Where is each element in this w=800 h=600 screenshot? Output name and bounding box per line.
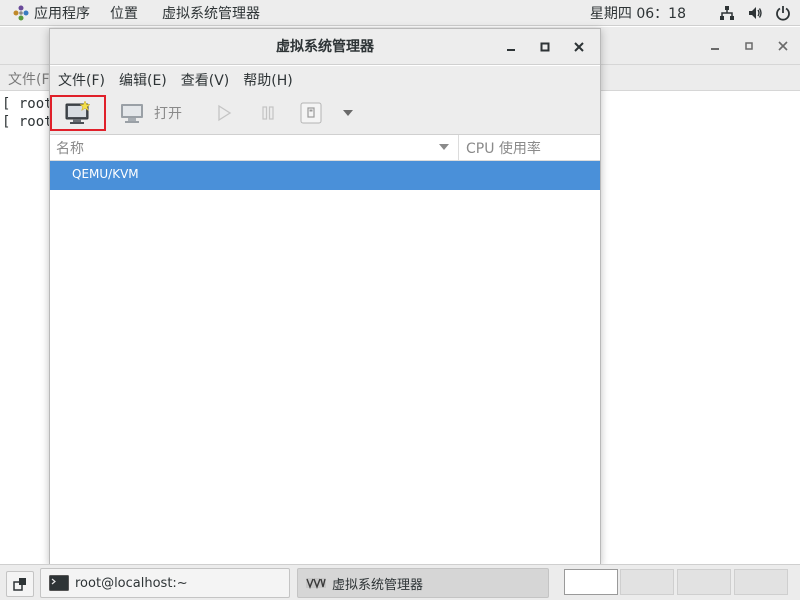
toolbar: 打开 [50, 93, 600, 135]
pause-icon [262, 106, 274, 120]
virt-manager-window: 虚拟系统管理器 文件(F) 编辑(E) 查看(V) 帮助(H) 打开 名称 CP… [49, 28, 601, 564]
active-app-label: 虚拟系统管理器 [162, 5, 260, 22]
top-panel: 应用程序 位置 虚拟系统管理器 星期四 06：18 [0, 0, 800, 26]
edit-menu[interactable]: 编辑(E) [113, 70, 173, 90]
run-button[interactable] [214, 97, 234, 129]
show-desktop-button[interactable] [6, 571, 34, 597]
shutdown-icon [300, 102, 322, 124]
column-separator [458, 135, 459, 161]
new-vm-monitor-icon [65, 101, 91, 124]
terminal-icon [49, 575, 69, 591]
places-menu[interactable]: 位置 [104, 0, 144, 26]
sort-arrow-icon[interactable] [438, 143, 450, 151]
active-app-menu[interactable]: 虚拟系统管理器 [156, 0, 266, 26]
maximize-icon[interactable] [528, 29, 562, 65]
bottom-taskbar: root@localhost:~ 虚拟系统管理器 [0, 564, 800, 600]
file-menu[interactable]: 文件(F) [52, 70, 111, 90]
new-vm-button[interactable] [50, 95, 106, 131]
workspace-3[interactable] [677, 569, 731, 595]
clock[interactable]: 星期四 06：18 [590, 3, 716, 23]
close-icon[interactable] [562, 29, 596, 65]
terminal-file-menu[interactable]: 文件(F [8, 69, 50, 89]
shutdown-button[interactable] [300, 97, 322, 129]
applications-label: 应用程序 [34, 5, 90, 22]
power-icon[interactable] [772, 2, 794, 24]
show-desktop-icon [13, 578, 26, 591]
volume-icon[interactable] [744, 2, 766, 24]
terminal-close-icon[interactable] [766, 27, 800, 65]
open-monitor-icon [121, 104, 143, 123]
connection-label: QEMU/KVM [72, 167, 139, 181]
workspace-4[interactable] [734, 569, 788, 595]
column-header-cpu[interactable]: CPU 使用率 [466, 138, 541, 158]
window-titlebar[interactable]: 虚拟系统管理器 [50, 29, 600, 65]
list-header: 名称 CPU 使用率 [50, 135, 600, 161]
virt-manager-icon [306, 578, 326, 589]
play-icon [218, 104, 232, 122]
menubar: 文件(F) 编辑(E) 查看(V) 帮助(H) [50, 66, 600, 93]
taskbar-terminal[interactable]: root@localhost:~ [40, 568, 290, 598]
open-button-label: 打开 [154, 106, 182, 122]
places-label: 位置 [110, 5, 138, 22]
taskbar-terminal-label: root@localhost:~ [75, 575, 188, 591]
applications-menu[interactable]: 应用程序 [0, 0, 96, 26]
shutdown-dropdown[interactable] [342, 97, 354, 129]
terminal-minimize-icon[interactable] [698, 27, 732, 65]
gnome-foot-icon [13, 5, 29, 20]
network-icon[interactable] [716, 2, 738, 24]
view-menu[interactable]: 查看(V) [175, 70, 236, 90]
pause-button[interactable] [258, 97, 278, 129]
open-button[interactable]: 打开 [120, 97, 182, 129]
workspace-2[interactable] [620, 569, 674, 595]
list-item[interactable]: QEMU/KVM [50, 161, 600, 190]
minimize-icon[interactable] [494, 29, 528, 65]
taskbar-virt-manager-label: 虚拟系统管理器 [332, 577, 424, 593]
column-header-name[interactable]: 名称 [56, 138, 84, 158]
help-menu[interactable]: 帮助(H) [237, 70, 298, 90]
chevron-down-icon [343, 110, 353, 116]
taskbar-virt-manager[interactable]: 虚拟系统管理器 [297, 568, 549, 598]
workspace-1[interactable] [564, 569, 618, 595]
terminal-maximize-icon[interactable] [732, 27, 766, 65]
